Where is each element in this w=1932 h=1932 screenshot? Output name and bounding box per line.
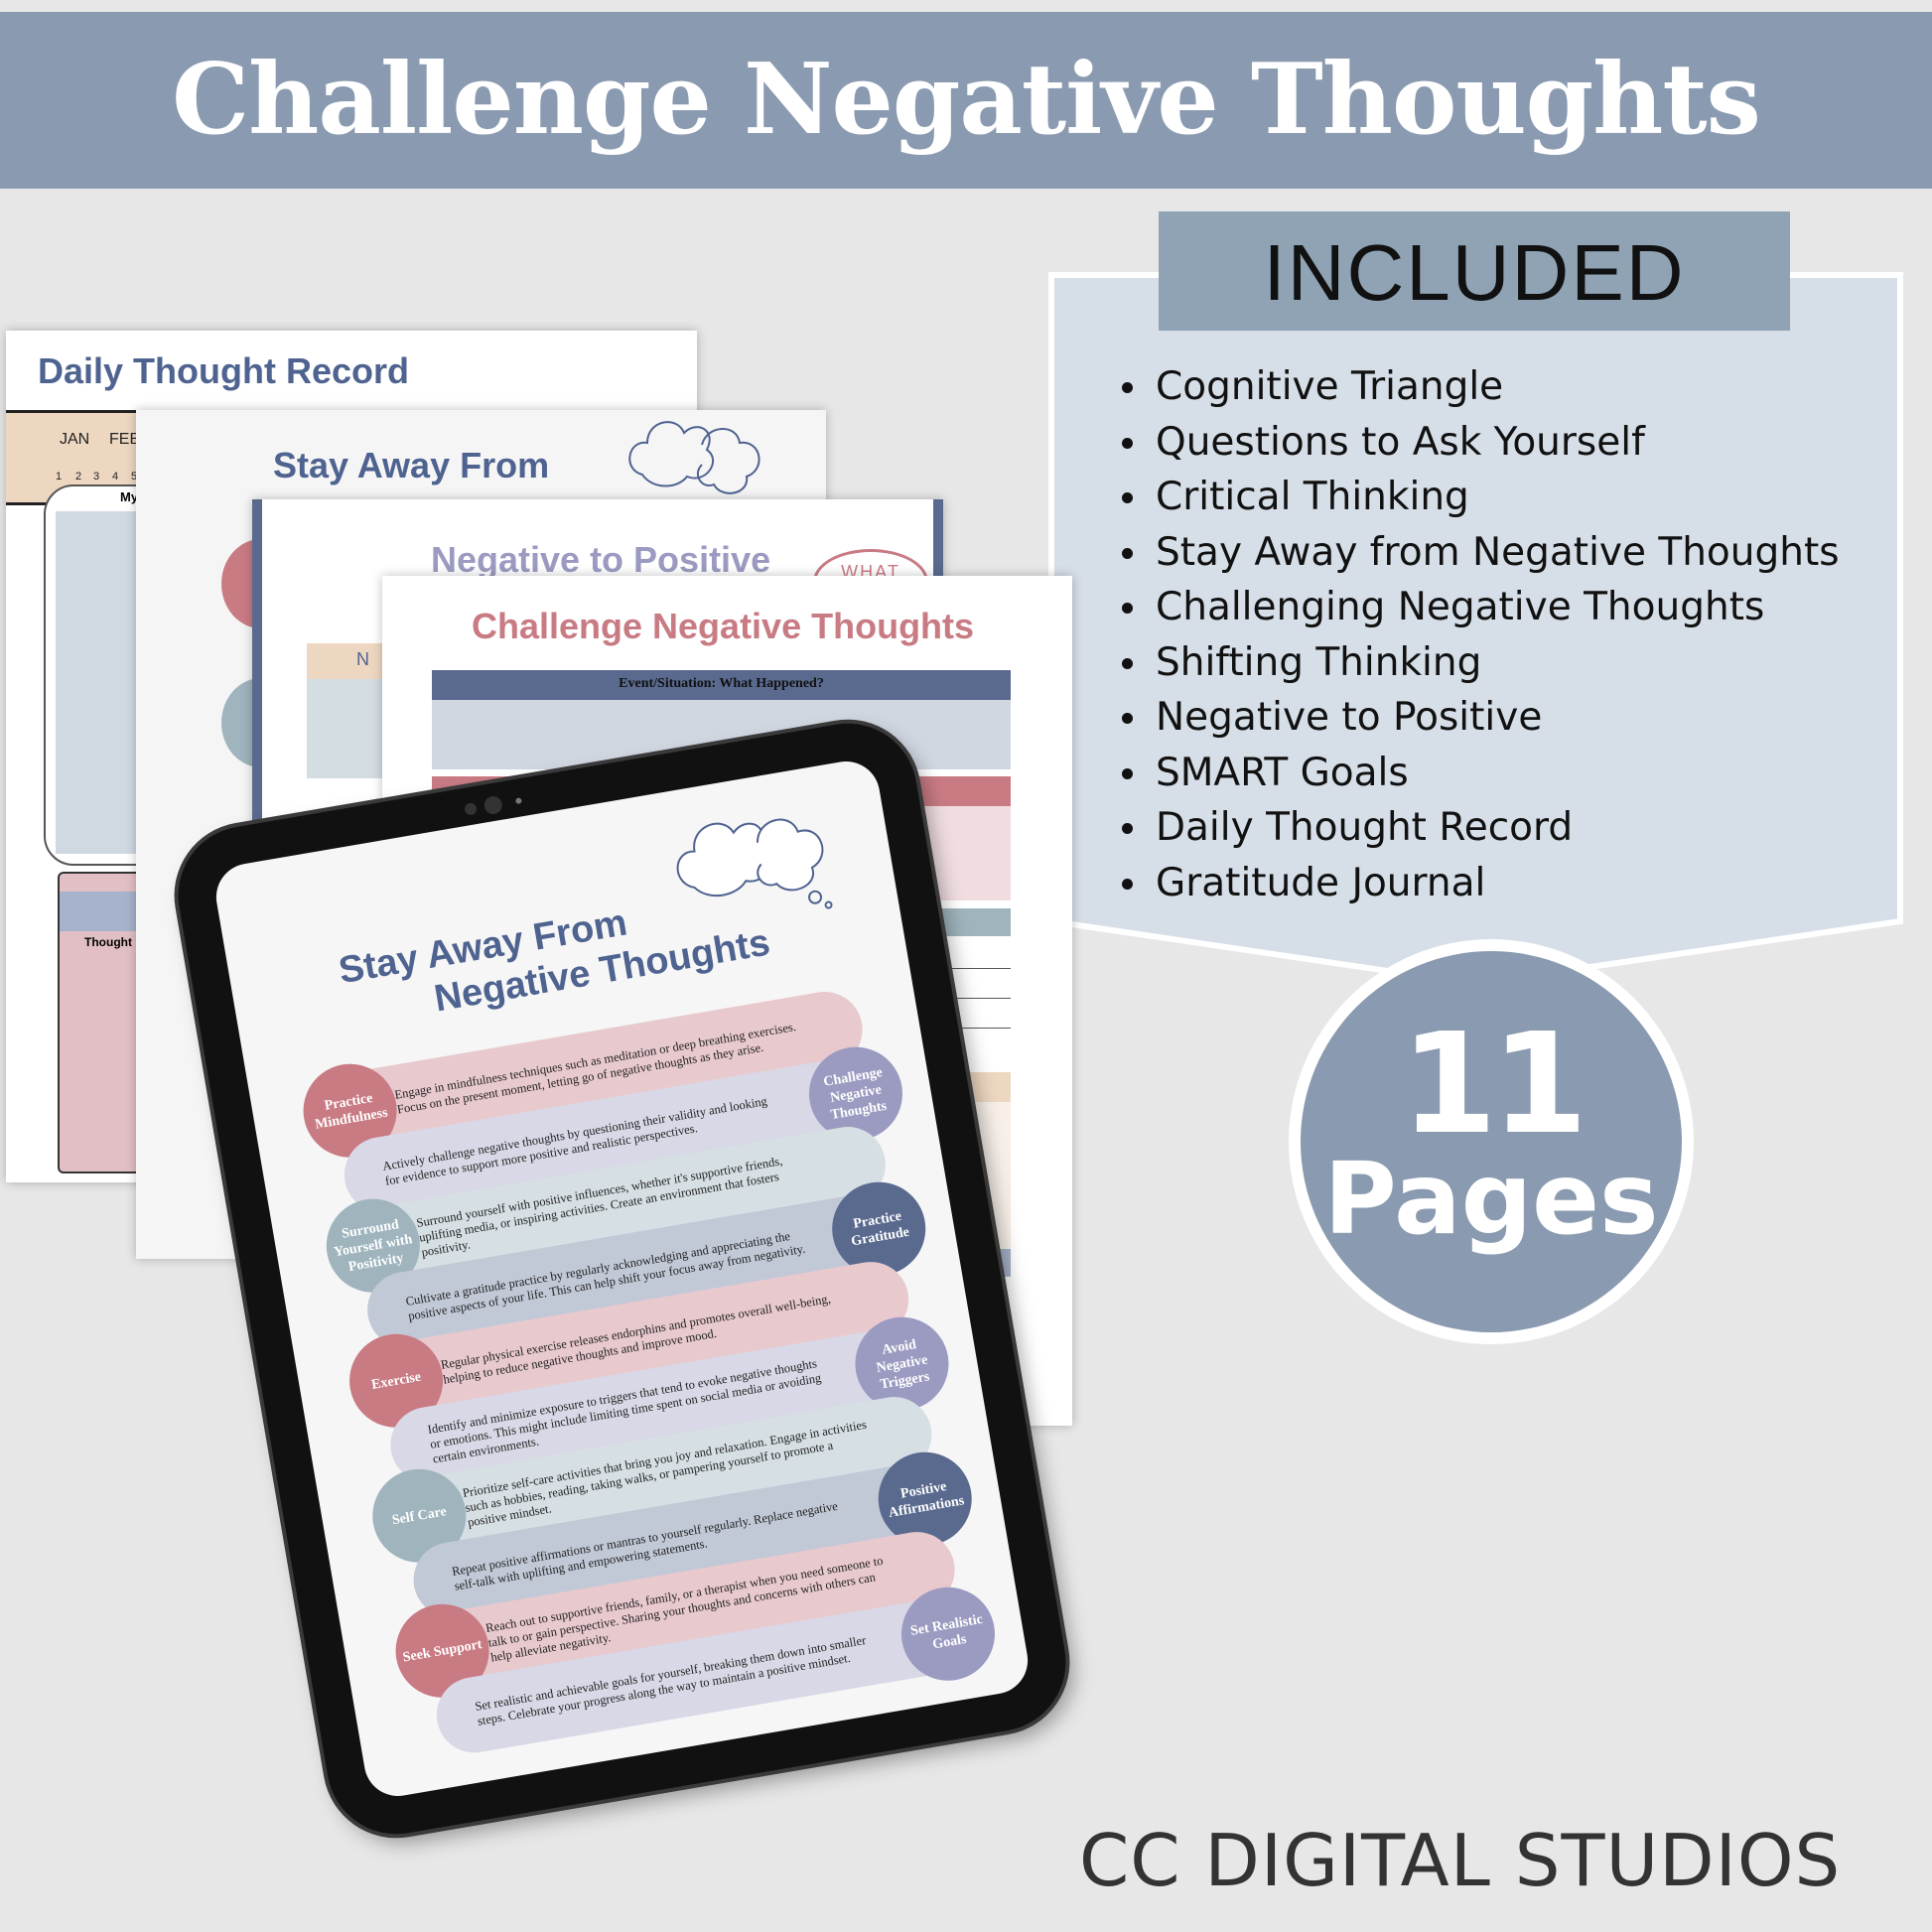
bullet-icon: [1122, 767, 1133, 779]
column-header-label: N: [356, 649, 369, 669]
included-item: Critical Thinking: [1122, 470, 1840, 525]
included-item: Daily Thought Record: [1122, 800, 1840, 856]
bullet-icon: [1122, 878, 1133, 890]
included-list: Cognitive Triangle Questions to Ask Yours…: [1122, 359, 1840, 910]
included-item-label: Negative to Positive: [1156, 695, 1543, 740]
tablet-screen: Stay Away From Negative Thoughts Engage …: [210, 756, 1034, 1802]
day-label: 3: [93, 471, 100, 483]
thought-cloud-icon: [676, 818, 833, 909]
bullet-icon: [1122, 713, 1133, 724]
included-item-label: Daily Thought Record: [1156, 805, 1574, 850]
included-item: Stay Away from Negative Thoughts: [1122, 525, 1840, 581]
bullet-icon: [1122, 823, 1133, 834]
included-item: Cognitive Triangle: [1122, 359, 1840, 415]
included-item-label: SMART Goals: [1156, 750, 1409, 795]
event-header: Event/Situation: What Happened?: [432, 670, 1011, 700]
bullet-icon: [1122, 657, 1133, 669]
included-item: Gratitude Journal: [1122, 856, 1840, 911]
included-item: SMART Goals: [1122, 746, 1840, 801]
bullet-icon: [1122, 603, 1133, 614]
bullet-icon: [1122, 492, 1133, 503]
page-count-badge: 11 Pages: [1289, 939, 1694, 1344]
month-label: JAN: [60, 431, 90, 448]
included-item-label: Critical Thinking: [1156, 475, 1469, 519]
camera-icon: [464, 801, 479, 816]
included-item: Shifting Thinking: [1122, 635, 1840, 691]
bullet-icon: [1122, 437, 1133, 449]
day-label: 4: [112, 471, 119, 483]
title-banner: Challenge Negative Thoughts: [0, 12, 1932, 189]
bullet-icon: [1122, 547, 1133, 559]
included-item-label: Stay Away from Negative Thoughts: [1156, 529, 1840, 575]
included-item: Negative to Positive: [1122, 690, 1840, 746]
page-title: Challenge Negative Thoughts: [172, 43, 1761, 157]
box-label: Thought: [84, 935, 132, 949]
page-title: Stay Away From: [273, 445, 550, 485]
included-heading: INCLUDED: [1159, 211, 1790, 331]
thought-cloud-icon: [628, 421, 760, 494]
included-item-label: Cognitive Triangle: [1156, 364, 1504, 409]
sensor-icon: [514, 797, 522, 805]
included-item-label: Challenging Negative Thoughts: [1156, 585, 1765, 629]
page-title: Challenge Negative Thoughts: [472, 606, 975, 646]
included-item: Questions to Ask Yourself: [1122, 415, 1840, 471]
day-label: 2: [75, 471, 82, 483]
page-title: Daily Thought Record: [38, 350, 410, 391]
page-count-unit: Pages: [1323, 1141, 1659, 1257]
included-item-label: Gratitude Journal: [1156, 860, 1486, 905]
page-title: Negative to Positive: [431, 539, 771, 580]
included-item-label: Questions to Ask Yourself: [1156, 419, 1645, 465]
included-item: Challenging Negative Thoughts: [1122, 580, 1840, 635]
included-item-label: Shifting Thinking: [1156, 639, 1482, 685]
brand-name: CC DIGITAL STUDIOS: [1079, 1819, 1842, 1902]
bullet-icon: [1122, 382, 1133, 393]
page-count: 11: [1400, 1004, 1588, 1166]
day-label: 1: [56, 471, 63, 483]
camera-icon: [483, 794, 504, 816]
